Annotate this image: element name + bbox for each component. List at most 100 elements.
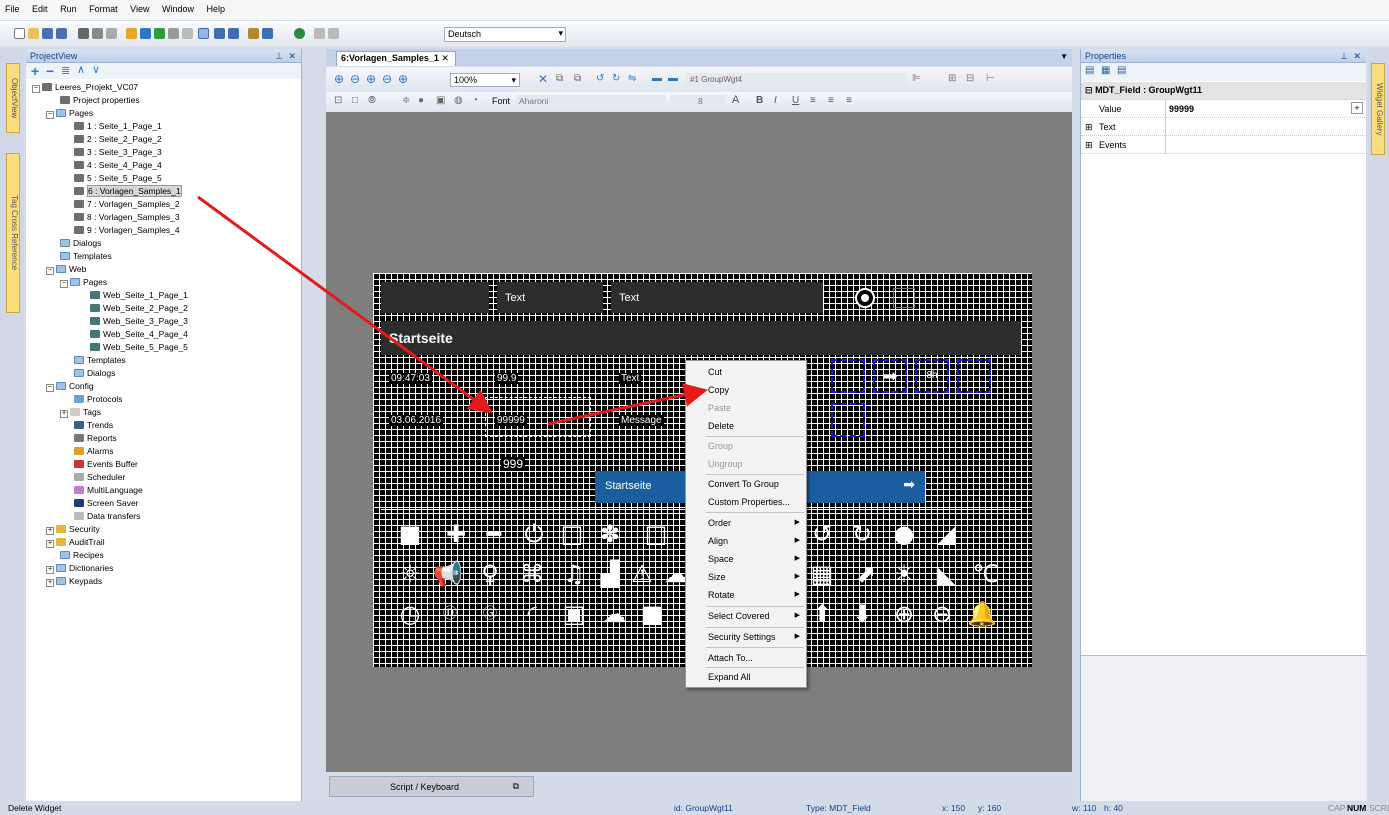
close-icon[interactable]: ✕	[1353, 51, 1361, 62]
tree-config[interactable]: − Config	[46, 380, 94, 392]
arrow-down-icon[interactable]: ⬇	[845, 599, 879, 629]
tree-web-page-item[interactable]: Web_Seite_1_Page_1	[90, 289, 188, 301]
menu-item-security-settings[interactable]: Security Settings ▶	[686, 628, 806, 646]
font-color-icon[interactable]: A	[732, 94, 739, 106]
tree-config-item[interactable]: Reports	[74, 432, 117, 444]
empty-tile[interactable]	[957, 359, 991, 393]
zoom-in-icon[interactable]: ⊕	[887, 599, 921, 629]
expand-button[interactable]: +	[1351, 102, 1363, 114]
thermometer-icon[interactable]	[893, 288, 915, 308]
align-left-icon[interactable]: ⊫	[912, 73, 921, 84]
menu-item-ungroup[interactable]: Ungroup	[686, 455, 806, 473]
move-down-icon[interactable]: ∨	[92, 63, 100, 76]
font-size-field[interactable]: 8	[670, 95, 726, 108]
zoom-fit-icon[interactable]: ⊕	[366, 72, 376, 86]
menu-file[interactable]: File	[0, 0, 25, 14]
header-box[interactable]	[381, 282, 489, 313]
categorized-icon[interactable]: ▤	[1085, 65, 1094, 76]
info-icon[interactable]: ●	[418, 95, 424, 106]
property-value[interactable]: 99999	[1169, 104, 1194, 114]
next-tile[interactable]: ➡	[873, 359, 907, 393]
underline-icon[interactable]: U	[792, 95, 799, 106]
light-icon[interactable]: ☀	[887, 559, 921, 589]
tree-config-item[interactable]: Events Buffer	[74, 458, 138, 470]
tree-page-item[interactable]: 9 : Vorlagen_Samples_4	[74, 224, 180, 236]
help-icon[interactable]	[262, 28, 273, 39]
menu-item-attach-to[interactable]: Attach To...	[686, 649, 806, 667]
close-icon[interactable]: ✕	[288, 51, 296, 62]
rotate-left-icon[interactable]: ↺	[596, 73, 604, 84]
menu-item-copy[interactable]: Copy	[686, 381, 806, 399]
redo-icon[interactable]	[328, 28, 339, 39]
tree-config-item[interactable]: Data transfers	[74, 510, 140, 522]
menu-item-order[interactable]: Order ▶	[686, 514, 806, 532]
stop-icon[interactable]	[168, 28, 179, 39]
rss-icon[interactable]: ◜	[515, 599, 549, 629]
plus-icon[interactable]: ✚	[439, 519, 473, 549]
music-icon[interactable]: ♫	[557, 559, 591, 589]
calendar-icon[interactable]: ▦	[805, 559, 839, 589]
image-icon[interactable]: ▣	[436, 95, 445, 106]
tree-root[interactable]: − Leeres_Projekt_VC07	[32, 81, 138, 93]
power-icon[interactable]: ⏻	[517, 519, 551, 549]
property-row-events[interactable]: ⊞ Events	[1081, 136, 1367, 154]
tree-page-item[interactable]: 4 : Seite_4_Page_4	[74, 159, 162, 171]
tab-tag-cross-reference[interactable]: Tag Cross Reference	[6, 153, 20, 313]
frame-icon[interactable]: ⊡	[334, 95, 342, 106]
rotate-right-icon[interactable]: ↻	[612, 73, 620, 84]
menu-view[interactable]: View	[125, 0, 154, 14]
menu-item-space[interactable]: Space ▶	[686, 550, 806, 568]
clock-icon[interactable]: ◷	[393, 599, 427, 629]
menu-item-convert-to-group[interactable]: Convert To Group	[686, 475, 806, 493]
remove-icon[interactable]: −	[46, 63, 54, 79]
tree-config-item[interactable]: Trends	[74, 419, 113, 431]
gb-icon[interactable]: Ⓖ	[473, 599, 507, 629]
paste-icon[interactable]	[106, 28, 117, 39]
menu-run[interactable]: Run	[55, 0, 82, 14]
tree-page-item[interactable]: 5 : Seite_5_Page_5	[74, 172, 162, 184]
menu-item-select-covered[interactable]: Select Covered ▶	[686, 607, 806, 625]
pin-icon[interactable]: ⊥	[1340, 51, 1348, 62]
align-center-text-icon[interactable]: ≡	[828, 95, 834, 106]
tab-objectview[interactable]: ObjectView	[6, 63, 20, 133]
menu-item-expand-all[interactable]: Expand All	[686, 668, 806, 686]
warning-icon[interactable]: ⚠	[625, 559, 659, 589]
zoom-out-icon[interactable]: ⊖	[925, 599, 959, 629]
italic-icon[interactable]: I	[774, 95, 777, 106]
tree-web-pages[interactable]: − Pages	[60, 276, 107, 288]
flip-icon[interactable]: ⇋	[628, 73, 636, 84]
delete-icon[interactable]: ✕	[538, 72, 548, 86]
copy-widget-icon[interactable]: ⧉	[556, 73, 563, 84]
expand-icon[interactable]: ⬈	[849, 559, 883, 589]
bring-front-icon[interactable]: ▬	[652, 73, 662, 84]
tree-page-item[interactable]: 8 : Vorlagen_Samples_3	[74, 211, 180, 223]
copy-icon[interactable]	[92, 28, 103, 39]
expand-icon[interactable]: ⊞	[1085, 122, 1093, 133]
menu-item-custom-properties[interactable]: Custom Properties...	[686, 493, 806, 511]
tree-web-page-item[interactable]: Web_Seite_4_Page_4	[90, 328, 188, 340]
trend-icon[interactable]: ◣	[929, 559, 963, 589]
tree-config-item[interactable]: Alarms	[74, 445, 113, 457]
line-icon[interactable]: ≑	[402, 95, 410, 106]
download-icon[interactable]	[126, 28, 137, 39]
paste-widget-icon[interactable]: ⧉	[574, 73, 581, 84]
tree-security[interactable]: + Security	[46, 523, 100, 535]
tree-web-page-item[interactable]: Web_Seite_2_Page_2	[90, 302, 188, 314]
save-icon[interactable]	[42, 28, 53, 39]
color-icon[interactable]: ◔	[472, 95, 478, 106]
move-up-icon[interactable]: ∧	[77, 63, 85, 76]
cloud-icon[interactable]: ☁	[597, 599, 631, 629]
zoom-out-icon[interactable]: ⊖	[350, 72, 360, 86]
undo-icon[interactable]: ↺	[805, 519, 839, 549]
menu-item-align[interactable]: Align ▶	[686, 532, 806, 550]
property-object-header[interactable]: ⊟ MDT_Field : GroupWgt11	[1081, 82, 1367, 100]
text-widget-2[interactable]: Text	[611, 282, 823, 313]
tree-keypads[interactable]: + Keypads	[46, 575, 102, 587]
square-icon[interactable]: ■	[393, 519, 427, 549]
command-icon[interactable]: ⌘	[515, 559, 549, 589]
run-icon[interactable]	[140, 28, 151, 39]
menu-edit[interactable]: Edit	[27, 0, 53, 14]
font-family-field[interactable]: Aharoni	[516, 95, 666, 108]
tree-dialogs[interactable]: Dialogs	[60, 237, 101, 249]
tree-recipes[interactable]: Recipes	[60, 549, 104, 561]
